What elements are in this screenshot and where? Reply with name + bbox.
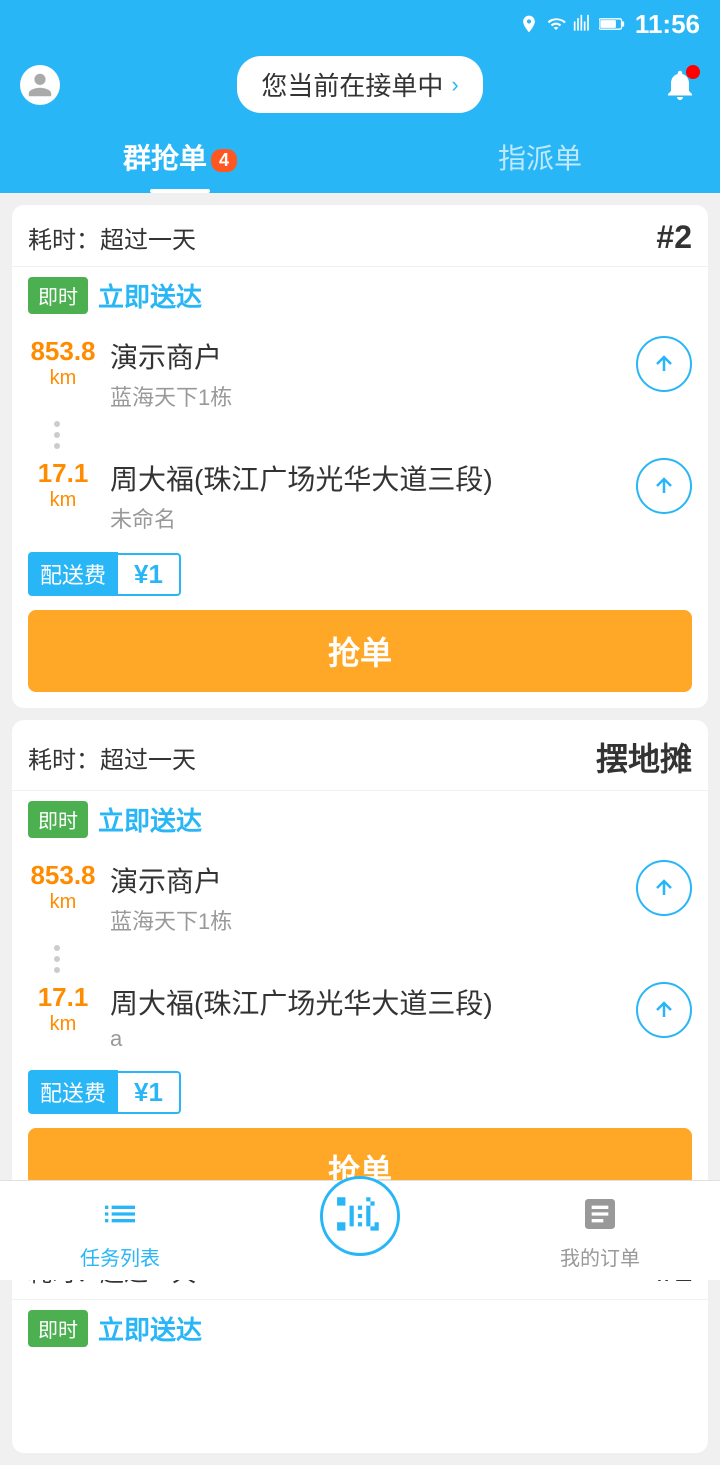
from-nav-btn-2[interactable]	[636, 860, 692, 916]
instant-badge-3: 即时	[28, 1310, 88, 1347]
navigate-up-icon	[652, 352, 676, 376]
from-dist-2: 853.8 km	[28, 860, 98, 914]
from-info-1: 演示商户 蓝海天下1栋	[110, 336, 624, 412]
nav-item-scan[interactable]	[320, 1206, 400, 1256]
dots-connector-2	[28, 944, 692, 974]
navigate-up-icon-2	[652, 474, 676, 498]
wifi-icon	[545, 15, 567, 33]
order-card-2: 耗时：超过一天 摆地摊 即时 立即送达 853.8 km 演示商户 蓝海天下1栋	[12, 720, 708, 1226]
instant-text-3: 立即送达	[98, 1310, 202, 1347]
card-header-1: 耗时：超过一天 #2	[12, 205, 708, 267]
my-orders-label: 我的订单	[560, 1242, 640, 1271]
my-orders-icon	[576, 1190, 624, 1238]
to-nav-btn-2[interactable]	[636, 982, 692, 1038]
navigate-up-icon-3	[652, 876, 676, 900]
order-id-1: #2	[656, 219, 692, 256]
instant-badge-1: 即时	[28, 277, 88, 314]
fee-label-1: 配送费	[28, 552, 118, 596]
location-icon	[519, 14, 539, 34]
instant-text-1: 立即送达	[98, 277, 202, 314]
navigate-up-icon-4	[652, 998, 676, 1022]
battery-icon	[599, 16, 625, 32]
task-list-icon	[96, 1190, 144, 1238]
notification-button[interactable]	[656, 61, 704, 109]
header: 您当前在接单中 ›	[0, 48, 720, 113]
time-label-1: 耗时：超过一天	[28, 220, 196, 255]
to-info-2: 周大福(珠江广场光华大道三段) a	[110, 982, 624, 1052]
order-card-1: 耗时：超过一天 #2 即时 立即送达 853.8 km 演示商户 蓝海天下1栋	[12, 205, 708, 708]
user-icon	[26, 71, 54, 99]
status-text: 您当前在接单中	[261, 66, 443, 103]
notification-badge	[686, 65, 700, 79]
fee-row-1: 配送费 ¥1	[12, 542, 708, 610]
instant-text-2: 立即送达	[98, 801, 202, 838]
status-icons	[519, 14, 625, 34]
to-location-1: 17.1 km 周大福(珠江广场光华大道三段) 未命名	[28, 450, 692, 542]
from-nav-btn-1[interactable]	[636, 336, 692, 392]
instant-badge-2: 即时	[28, 801, 88, 838]
to-info-1: 周大福(珠江广场光华大道三段) 未命名	[110, 458, 624, 534]
fee-label-2: 配送费	[28, 1070, 118, 1114]
time-display: 11:56	[635, 9, 700, 40]
avatar-button[interactable]	[16, 61, 64, 109]
status-arrow: ›	[451, 72, 458, 98]
bottom-nav: 任务列表 我的订单	[0, 1180, 720, 1280]
time-label-2: 耗时：超过一天	[28, 740, 196, 775]
locations-2: 853.8 km 演示商户 蓝海天下1栋	[12, 844, 708, 1060]
scan-button[interactable]	[320, 1176, 400, 1256]
to-nav-btn-1[interactable]	[636, 458, 692, 514]
scan-icon	[335, 1191, 385, 1241]
from-dist-1: 853.8 km	[28, 336, 98, 390]
to-dist-2: 17.1 km	[28, 982, 98, 1036]
card-header-2: 耗时：超过一天 摆地摊	[12, 720, 708, 791]
status-bar: 11:56	[0, 0, 720, 48]
tab-group-badge: 4	[211, 149, 237, 172]
dots-connector-1	[28, 420, 692, 450]
instant-row-3: 即时 立即送达	[12, 1300, 708, 1353]
from-location-2: 853.8 km 演示商户 蓝海天下1栋	[28, 852, 692, 944]
tabs-container: 群抢单4 指派单	[0, 113, 720, 193]
fee-amount-1: ¥1	[118, 553, 181, 596]
to-dist-1: 17.1 km	[28, 458, 98, 512]
order-id-2: 摆地摊	[596, 734, 692, 780]
tab-assign-orders[interactable]: 指派单	[360, 125, 720, 193]
status-pill[interactable]: 您当前在接单中 ›	[237, 56, 482, 113]
tab-assign-label: 指派单	[498, 143, 582, 174]
tab-group-orders[interactable]: 群抢单4	[0, 125, 360, 193]
nav-item-my-orders[interactable]: 我的订单	[560, 1190, 640, 1271]
grab-button-1[interactable]: 抢单	[28, 610, 692, 692]
fee-row-2: 配送费 ¥1	[12, 1060, 708, 1128]
instant-row-2: 即时 立即送达	[12, 791, 708, 844]
task-list-label: 任务列表	[80, 1242, 160, 1271]
from-info-2: 演示商户 蓝海天下1栋	[110, 860, 624, 936]
locations-1: 853.8 km 演示商户 蓝海天下1栋	[12, 320, 708, 542]
from-location-1: 853.8 km 演示商户 蓝海天下1栋	[28, 328, 692, 420]
fee-amount-2: ¥1	[118, 1071, 181, 1114]
instant-row-1: 即时 立即送达	[12, 267, 708, 320]
to-location-2: 17.1 km 周大福(珠江广场光华大道三段) a	[28, 974, 692, 1060]
nav-item-task-list[interactable]: 任务列表	[80, 1190, 160, 1271]
tab-group-label: 群抢单	[123, 143, 207, 174]
avatar-icon	[20, 65, 60, 105]
signal-icon	[573, 14, 593, 34]
